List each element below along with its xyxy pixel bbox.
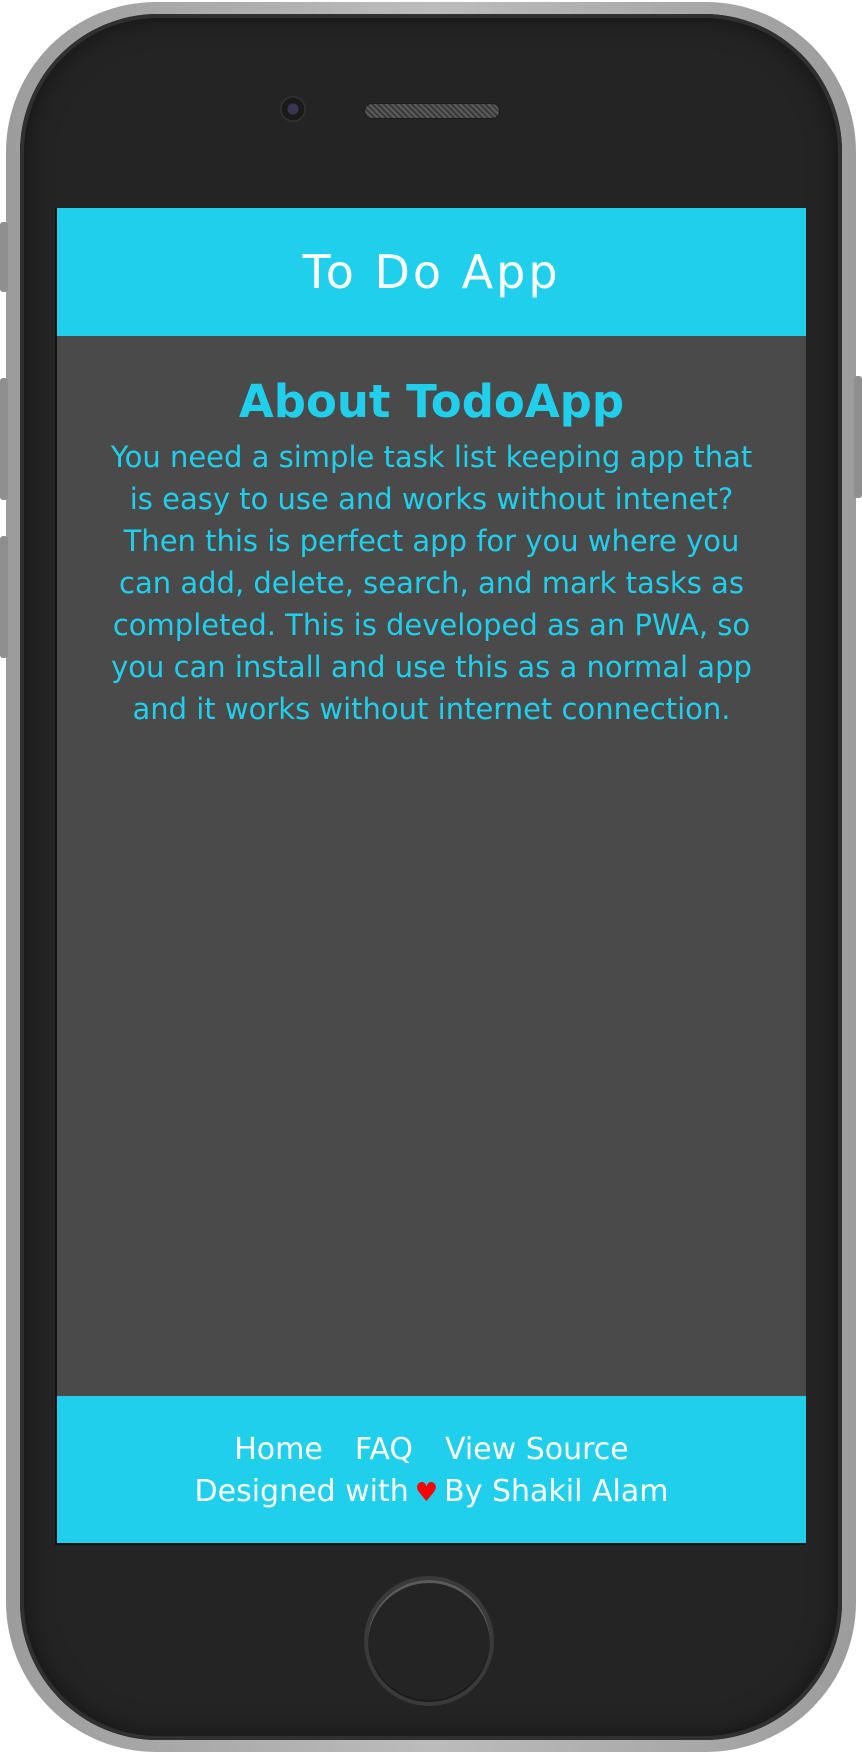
front-camera: [280, 96, 306, 122]
about-description: You need a simple task list keeping app …: [110, 440, 753, 726]
footer-link-view-source[interactable]: View Source: [445, 1430, 629, 1470]
volume-down-button: [0, 536, 8, 658]
footer-link-home[interactable]: Home: [234, 1430, 323, 1470]
about-heading: About TodoApp: [238, 375, 625, 428]
credit-prefix: Designed with: [194, 1474, 409, 1509]
app-footer: Home FAQ View Source Designed with ♥ By Sh…: [57, 1396, 806, 1543]
footer-nav: Home FAQ View Source: [57, 1430, 806, 1470]
earpiece-speaker: [364, 103, 500, 119]
app-screen: To Do App About TodoApp You need a simpl…: [55, 208, 806, 1545]
app-title: To Do App: [302, 245, 561, 299]
app-header: To Do App: [57, 208, 806, 336]
footer-link-faq[interactable]: FAQ: [355, 1430, 413, 1470]
power-button: [854, 376, 862, 498]
footer-credit: Designed with ♥ By Shakil Alam: [57, 1472, 806, 1513]
mute-switch: [0, 222, 8, 292]
volume-up-button: [0, 378, 8, 500]
home-button[interactable]: [364, 1576, 494, 1706]
heart-icon: ♥: [414, 1478, 439, 1508]
credit-author: By Shakil Alam: [444, 1474, 669, 1509]
